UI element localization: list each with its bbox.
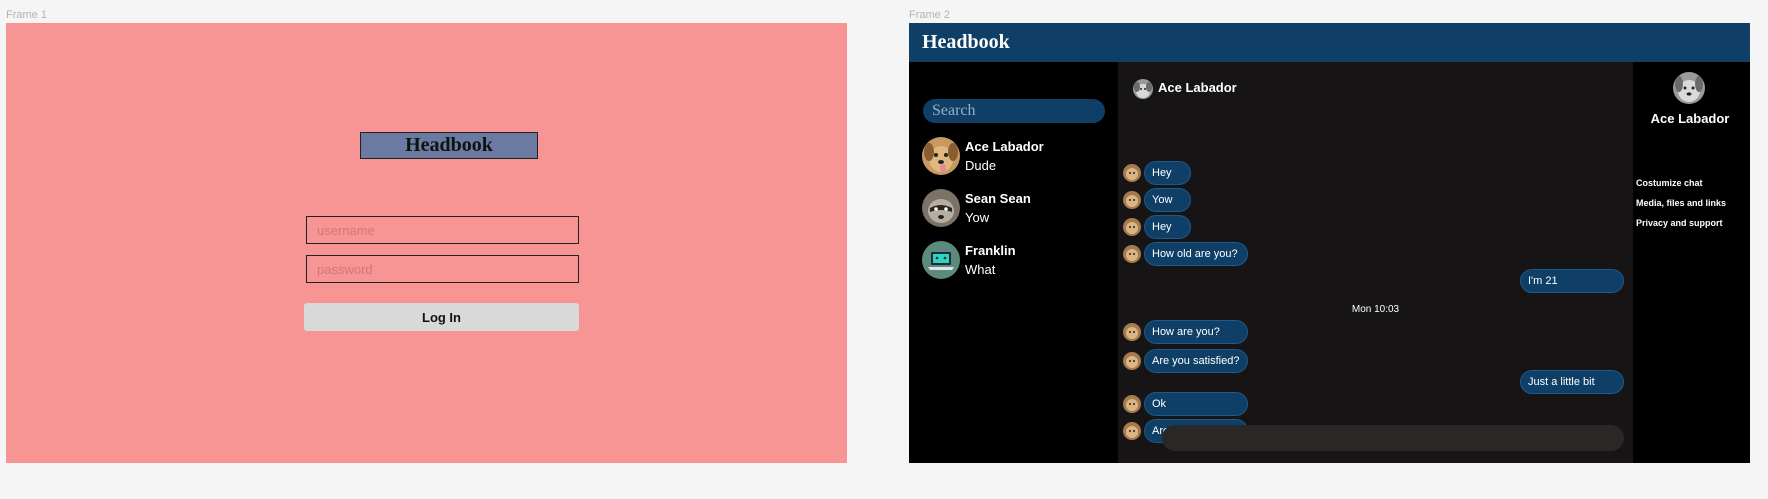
message-bubble: Ok — [1144, 392, 1248, 416]
date-separator: Mon 10:03 — [1351, 304, 1400, 315]
dog-avatar-icon — [1123, 395, 1141, 413]
password-input[interactable] — [306, 255, 579, 283]
message-bubble: I'm 21 — [1520, 269, 1624, 293]
username-input[interactable] — [306, 216, 579, 244]
privacy-support-link[interactable]: Privacy and support — [1636, 218, 1723, 228]
dog-avatar-icon — [1123, 352, 1141, 370]
media-files-links-link[interactable]: Media, files and links — [1636, 198, 1726, 208]
login-logo: Headbook — [360, 132, 538, 159]
contact-name: Ace Labador — [965, 139, 1044, 154]
customize-chat-link[interactable]: Costumize chat — [1636, 178, 1703, 188]
dog-avatar-icon — [1123, 422, 1141, 440]
raccoon-avatar-icon — [922, 189, 960, 227]
message-bubble: Hey — [1144, 161, 1191, 185]
chat-frame: Headbook Ace Labador Dude — [909, 23, 1750, 463]
message-compose-input[interactable] — [1162, 425, 1624, 451]
message-bubble: How old are you? — [1144, 242, 1248, 266]
app-header: Headbook — [909, 23, 1750, 62]
profile-name: Ace Labador — [1650, 111, 1730, 126]
contact-item-franklin[interactable]: Franklin What — [922, 241, 1112, 281]
contact-item-sean-sean[interactable]: Sean Sean Yow — [922, 189, 1112, 229]
dog-avatar-icon — [1123, 245, 1141, 263]
chat-panel: Ace Labador Hey Yow Hey How old are you?… — [1118, 62, 1633, 463]
contact-item-ace-labador[interactable]: Ace Labador Dude — [922, 137, 1112, 177]
dog-avatar-icon — [1123, 323, 1141, 341]
message-bubble: Yow — [1144, 188, 1191, 212]
contact-preview: Dude — [965, 158, 997, 173]
message-bubble: Just a little bit — [1520, 370, 1624, 394]
dog-avatar-icon — [922, 137, 960, 175]
chat-header-name[interactable]: Ace Labador — [1158, 80, 1237, 95]
dog-avatar-icon — [1123, 191, 1141, 209]
laptop-avatar-icon — [922, 241, 960, 279]
message-bubble: Hey — [1144, 215, 1191, 239]
profile-avatar-icon[interactable] — [1673, 72, 1705, 104]
app-logo: Headbook — [922, 31, 1010, 53]
contacts-sidebar: Ace Labador Dude Sean Sean Yow — [909, 62, 1118, 463]
message-bubble: Are you satisfied? — [1144, 349, 1248, 373]
frame-2-label: Frame 2 — [909, 9, 950, 21]
login-button[interactable]: Log In — [304, 303, 579, 331]
contact-preview: Yow — [965, 210, 990, 225]
login-frame: Headbook Log In — [6, 23, 847, 463]
contact-preview: What — [965, 262, 996, 277]
chat-header-avatar-icon[interactable] — [1133, 79, 1153, 99]
search-input[interactable] — [923, 99, 1105, 123]
contact-info-panel: Ace Labador Costumize chat Media, files … — [1633, 62, 1750, 463]
dog-avatar-icon — [1123, 164, 1141, 182]
contact-name: Franklin — [965, 243, 1016, 258]
contact-name: Sean Sean — [965, 191, 1031, 206]
message-bubble: How are you? — [1144, 320, 1248, 344]
dog-avatar-icon — [1123, 218, 1141, 236]
frame-1-label: Frame 1 — [6, 9, 47, 21]
